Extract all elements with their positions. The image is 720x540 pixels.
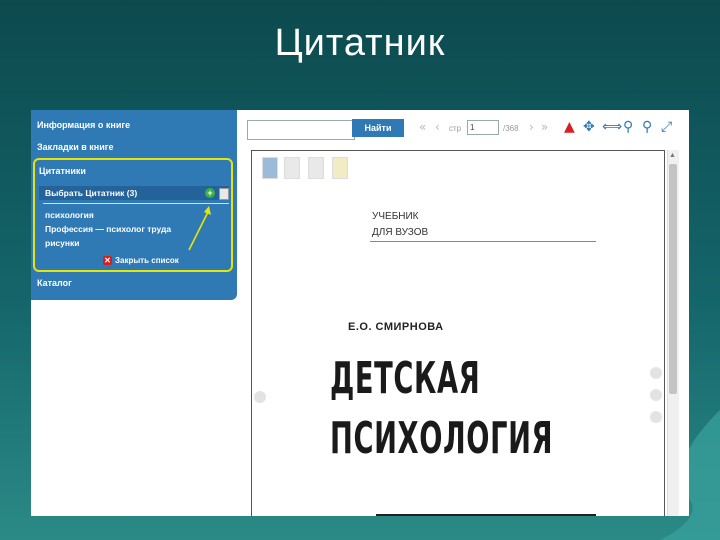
book-icon[interactable]	[262, 157, 278, 179]
prev-page-icon[interactable]: ‹	[435, 120, 440, 134]
fit-width-icon[interactable]: ⟺	[602, 119, 622, 135]
sidebar-item-catalog[interactable]: Каталог	[37, 278, 72, 288]
book-title-line1: ДЕТСКАЯ	[330, 353, 481, 404]
close-icon: ✕	[103, 256, 112, 265]
add-icon[interactable]: +	[205, 188, 215, 198]
sidebar: Информация о книге Закладки в книге Цита…	[31, 110, 237, 300]
book-title-line2: ПСИХОЛОГИЯ	[330, 413, 554, 464]
close-list-label: Закрыть список	[115, 256, 179, 265]
app-window: Информация о книге Закладки в книге Цита…	[31, 110, 689, 516]
book-subtitle-line1: УЧЕБНИК	[372, 211, 419, 222]
quotebooks-heading[interactable]: Цитатники	[39, 166, 86, 176]
divider	[370, 241, 596, 242]
quotebooks-panel: Цитатники Выбрать Цитатник (3) + психоло…	[33, 158, 233, 272]
choose-quotebook-row[interactable]: Выбрать Цитатник (3) +	[39, 186, 229, 200]
annotation-arrow	[188, 206, 211, 251]
choose-quotebook-label[interactable]: Выбрать Цитатник (3)	[45, 188, 137, 198]
vertical-scrollbar[interactable]: ▲	[667, 150, 679, 516]
note-icon[interactable]	[332, 157, 348, 179]
quotebook-item[interactable]: психология	[45, 210, 94, 220]
last-page-icon[interactable]: »	[541, 120, 548, 134]
divider	[376, 514, 596, 516]
zoom-out-icon[interactable]: ⚲	[642, 119, 652, 135]
fullscreen-icon[interactable]: ⤢	[661, 119, 672, 135]
page-icon[interactable]	[284, 157, 300, 179]
first-page-icon[interactable]: «	[419, 120, 426, 134]
next-page-icon[interactable]: ›	[529, 120, 534, 134]
scroll-thumb[interactable]	[669, 164, 677, 394]
page-total: /368	[503, 124, 519, 133]
slide-title: Цитатник	[274, 22, 446, 64]
find-button[interactable]: Найти	[352, 119, 404, 137]
book-author: Е.О. СМИРНОВА	[348, 321, 444, 333]
book-subtitle-line2: ДЛЯ ВУЗОВ	[372, 227, 429, 238]
page-nav-button[interactable]	[650, 389, 662, 401]
sidebar-item-book-info[interactable]: Информация о книге	[37, 120, 130, 130]
page-nav-button[interactable]	[650, 367, 662, 379]
scroll-up-icon[interactable]: ▲	[669, 152, 676, 159]
close-list-link[interactable]: ✕ Закрыть список	[103, 256, 179, 265]
warning-icon[interactable]: ▲	[564, 119, 575, 135]
page-nav-button[interactable]	[650, 411, 662, 423]
prev-page-button[interactable]	[254, 391, 266, 403]
document-icon[interactable]	[219, 188, 229, 200]
download-icon[interactable]	[308, 157, 324, 179]
book-viewer: УЧЕБНИК ДЛЯ ВУЗОВ Е.О. СМИРНОВА ДЕТСКАЯ …	[251, 150, 665, 516]
zoom-in-icon[interactable]: ⚲	[623, 119, 633, 135]
quotebook-item[interactable]: рисунки	[45, 238, 80, 248]
quotebook-item[interactable]: Профессия — психолог труда	[45, 224, 171, 234]
page-input[interactable]: 1	[467, 120, 499, 135]
sidebar-item-bookmarks[interactable]: Закладки в книге	[37, 142, 114, 152]
page-label: стр	[449, 124, 462, 133]
move-icon[interactable]: ✥	[583, 119, 595, 135]
search-input[interactable]	[247, 120, 355, 140]
